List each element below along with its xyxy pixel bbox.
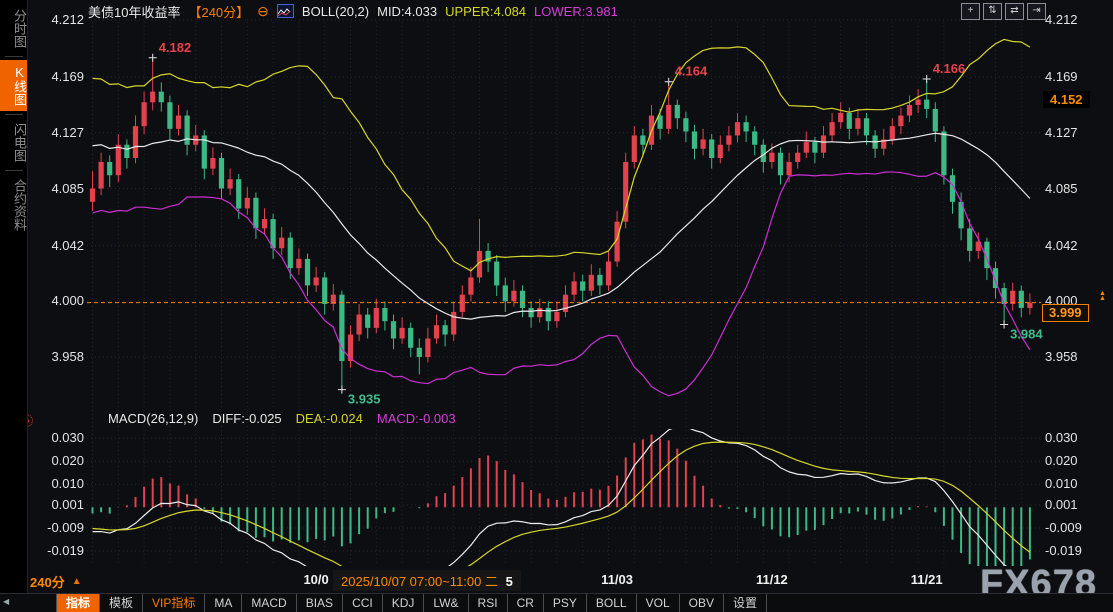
tab-LW&[interactable]: LW& (424, 594, 468, 612)
price-axis-label-right: 3.958 (1045, 349, 1078, 365)
tabbar-scroll-left-icon[interactable]: ◀ (3, 597, 9, 606)
price-axis-label-right: 4.127 (1045, 125, 1078, 141)
sidebar-item[interactable]: 闪电图 (0, 118, 27, 167)
gridlines (87, 20, 1041, 566)
tab-MA[interactable]: MA (205, 594, 242, 612)
boll-name: BOLL(20,2) (302, 4, 369, 19)
sidebar-item[interactable]: 分时图 (0, 4, 27, 53)
tab-CR[interactable]: CR (508, 594, 544, 612)
sidebar-item[interactable]: 合约资料 (0, 174, 27, 236)
tab-模板[interactable]: 模板 (100, 594, 143, 612)
chart-header: 美债10年收益率 【240分】 ⊖ BOLL(20,2) MID:4.033 U… (88, 2, 618, 20)
tab-指标[interactable]: 指标 (56, 594, 100, 612)
tab-RSI[interactable]: RSI (469, 594, 508, 612)
period-tag: 【240分】 (188, 2, 249, 21)
price-axis-label-right: 4.042 (1045, 238, 1078, 254)
pan-to-latest-icon[interactable]: ⇥ (1027, 3, 1046, 20)
tab-KDJ[interactable]: KDJ (383, 594, 425, 612)
date-label: 11/12 (756, 572, 788, 587)
sidebar: 分时图 K线图闪电图合约资料 (0, 0, 28, 612)
svg-text:3.984: 3.984 (1010, 327, 1043, 342)
price-axis-label-right: 4.212 (1045, 12, 1078, 28)
crosshair-icon[interactable]: + (961, 3, 980, 20)
macd-macd-value: MACD:-0.003 (377, 411, 456, 426)
macd-axis-label-right: 0.020 (1045, 453, 1078, 469)
tab-VIP指标[interactable]: VIP指标 (143, 594, 205, 612)
last-price-badge: 3.999 (1042, 304, 1089, 322)
chart-icon (277, 4, 294, 18)
svg-text:4.164: 4.164 (675, 64, 708, 79)
macd-axis-label-right: 0.010 (1045, 476, 1078, 492)
price-axis-label-right: 4.085 (1045, 181, 1078, 197)
period-label: 240分 (30, 572, 65, 591)
macd-name: MACD(26,12,9) (108, 411, 198, 426)
macd-legend: MACD(26,12,9) DIFF:-0.025 DEA:-0.024 MAC… (108, 411, 456, 426)
tooltip-count: 5 (506, 574, 513, 589)
candles[interactable] (90, 60, 1033, 388)
period-arrow-icon: ▲ (72, 576, 82, 587)
tab-OBV[interactable]: OBV (680, 594, 724, 612)
date-label: 11/03 (601, 572, 633, 587)
bollinger-bands (93, 39, 1030, 395)
bar-tooltip: 2025/10/07 07:00~11:00 二 5 (333, 570, 521, 591)
scroll-to-latest-icon[interactable]: ▲ ▲ (1099, 291, 1106, 301)
macd-axis-label-right: 0.030 (1045, 430, 1078, 446)
boll-mid-value: MID:4.033 (377, 4, 437, 19)
app-window: 4.1823.9354.1644.1663.984 分时图K线图闪电图合约资料 … (0, 0, 1113, 612)
macd-histogram (93, 435, 1030, 577)
tab-BIAS[interactable]: BIAS (297, 594, 343, 612)
date-label: 10/0 (303, 572, 328, 587)
chart-canvas[interactable]: 4.182 3.935 4.164 4.166 3.984 (0, 0, 1113, 612)
tab-VOL[interactable]: VOL (637, 594, 680, 612)
sidebar-divider (5, 170, 23, 171)
sidebar-divider (5, 56, 23, 57)
svg-text:4.182: 4.182 (159, 40, 192, 55)
sidebar-divider (5, 114, 23, 115)
macd-lines (93, 427, 1030, 589)
tab-CCI[interactable]: CCI (343, 594, 383, 612)
tab-PSY[interactable]: PSY (544, 594, 587, 612)
price-badge-mid: 4.152 (1043, 91, 1090, 108)
x-axis-scale-icon[interactable]: ⇄ (1005, 3, 1024, 20)
collapse-icon[interactable]: ⊖ (257, 4, 269, 18)
macd-axis-label-right: -0.009 (1045, 520, 1082, 536)
macd-axis-label-right: -0.019 (1045, 543, 1082, 559)
y-axis-scale-icon[interactable]: ⇅ (983, 3, 1002, 20)
date-label: 11/21 (911, 572, 943, 587)
macd-axis-label-right: 0.001 (1045, 497, 1078, 513)
svg-text:3.935: 3.935 (348, 392, 381, 407)
tab-BOLL[interactable]: BOLL (587, 594, 637, 612)
tabbar: ◀ 指标模板VIP指标MAMACDBIASCCIKDJLW&RSICRPSYBO… (0, 593, 1113, 612)
boll-lower-value: LOWER:3.981 (534, 4, 618, 19)
svg-text:4.166: 4.166 (933, 61, 966, 76)
boll-upper-value: UPPER:4.084 (445, 4, 526, 19)
sidebar-item[interactable]: K线图 (0, 60, 27, 111)
tab-设置[interactable]: 设置 (724, 594, 767, 612)
arrow-up-glyph: ▲ (1099, 296, 1106, 301)
macd-diff-value: DIFF:-0.025 (212, 411, 281, 426)
price-axis-label-right: 4.169 (1045, 69, 1078, 85)
symbol-title: 美债10年收益率 (88, 2, 180, 21)
window-icons: +⇅⇄⇥ (961, 3, 1046, 20)
period-box[interactable]: 240分 ▲ (30, 572, 82, 591)
macd-dea-value: DEA:-0.024 (296, 411, 363, 426)
tab-MACD[interactable]: MACD (242, 594, 296, 612)
price-annotations: 4.182 3.935 4.164 4.166 3.984 (149, 40, 1044, 407)
tooltip-datetime: 2025/10/07 07:00~11:00 二 (341, 574, 498, 589)
